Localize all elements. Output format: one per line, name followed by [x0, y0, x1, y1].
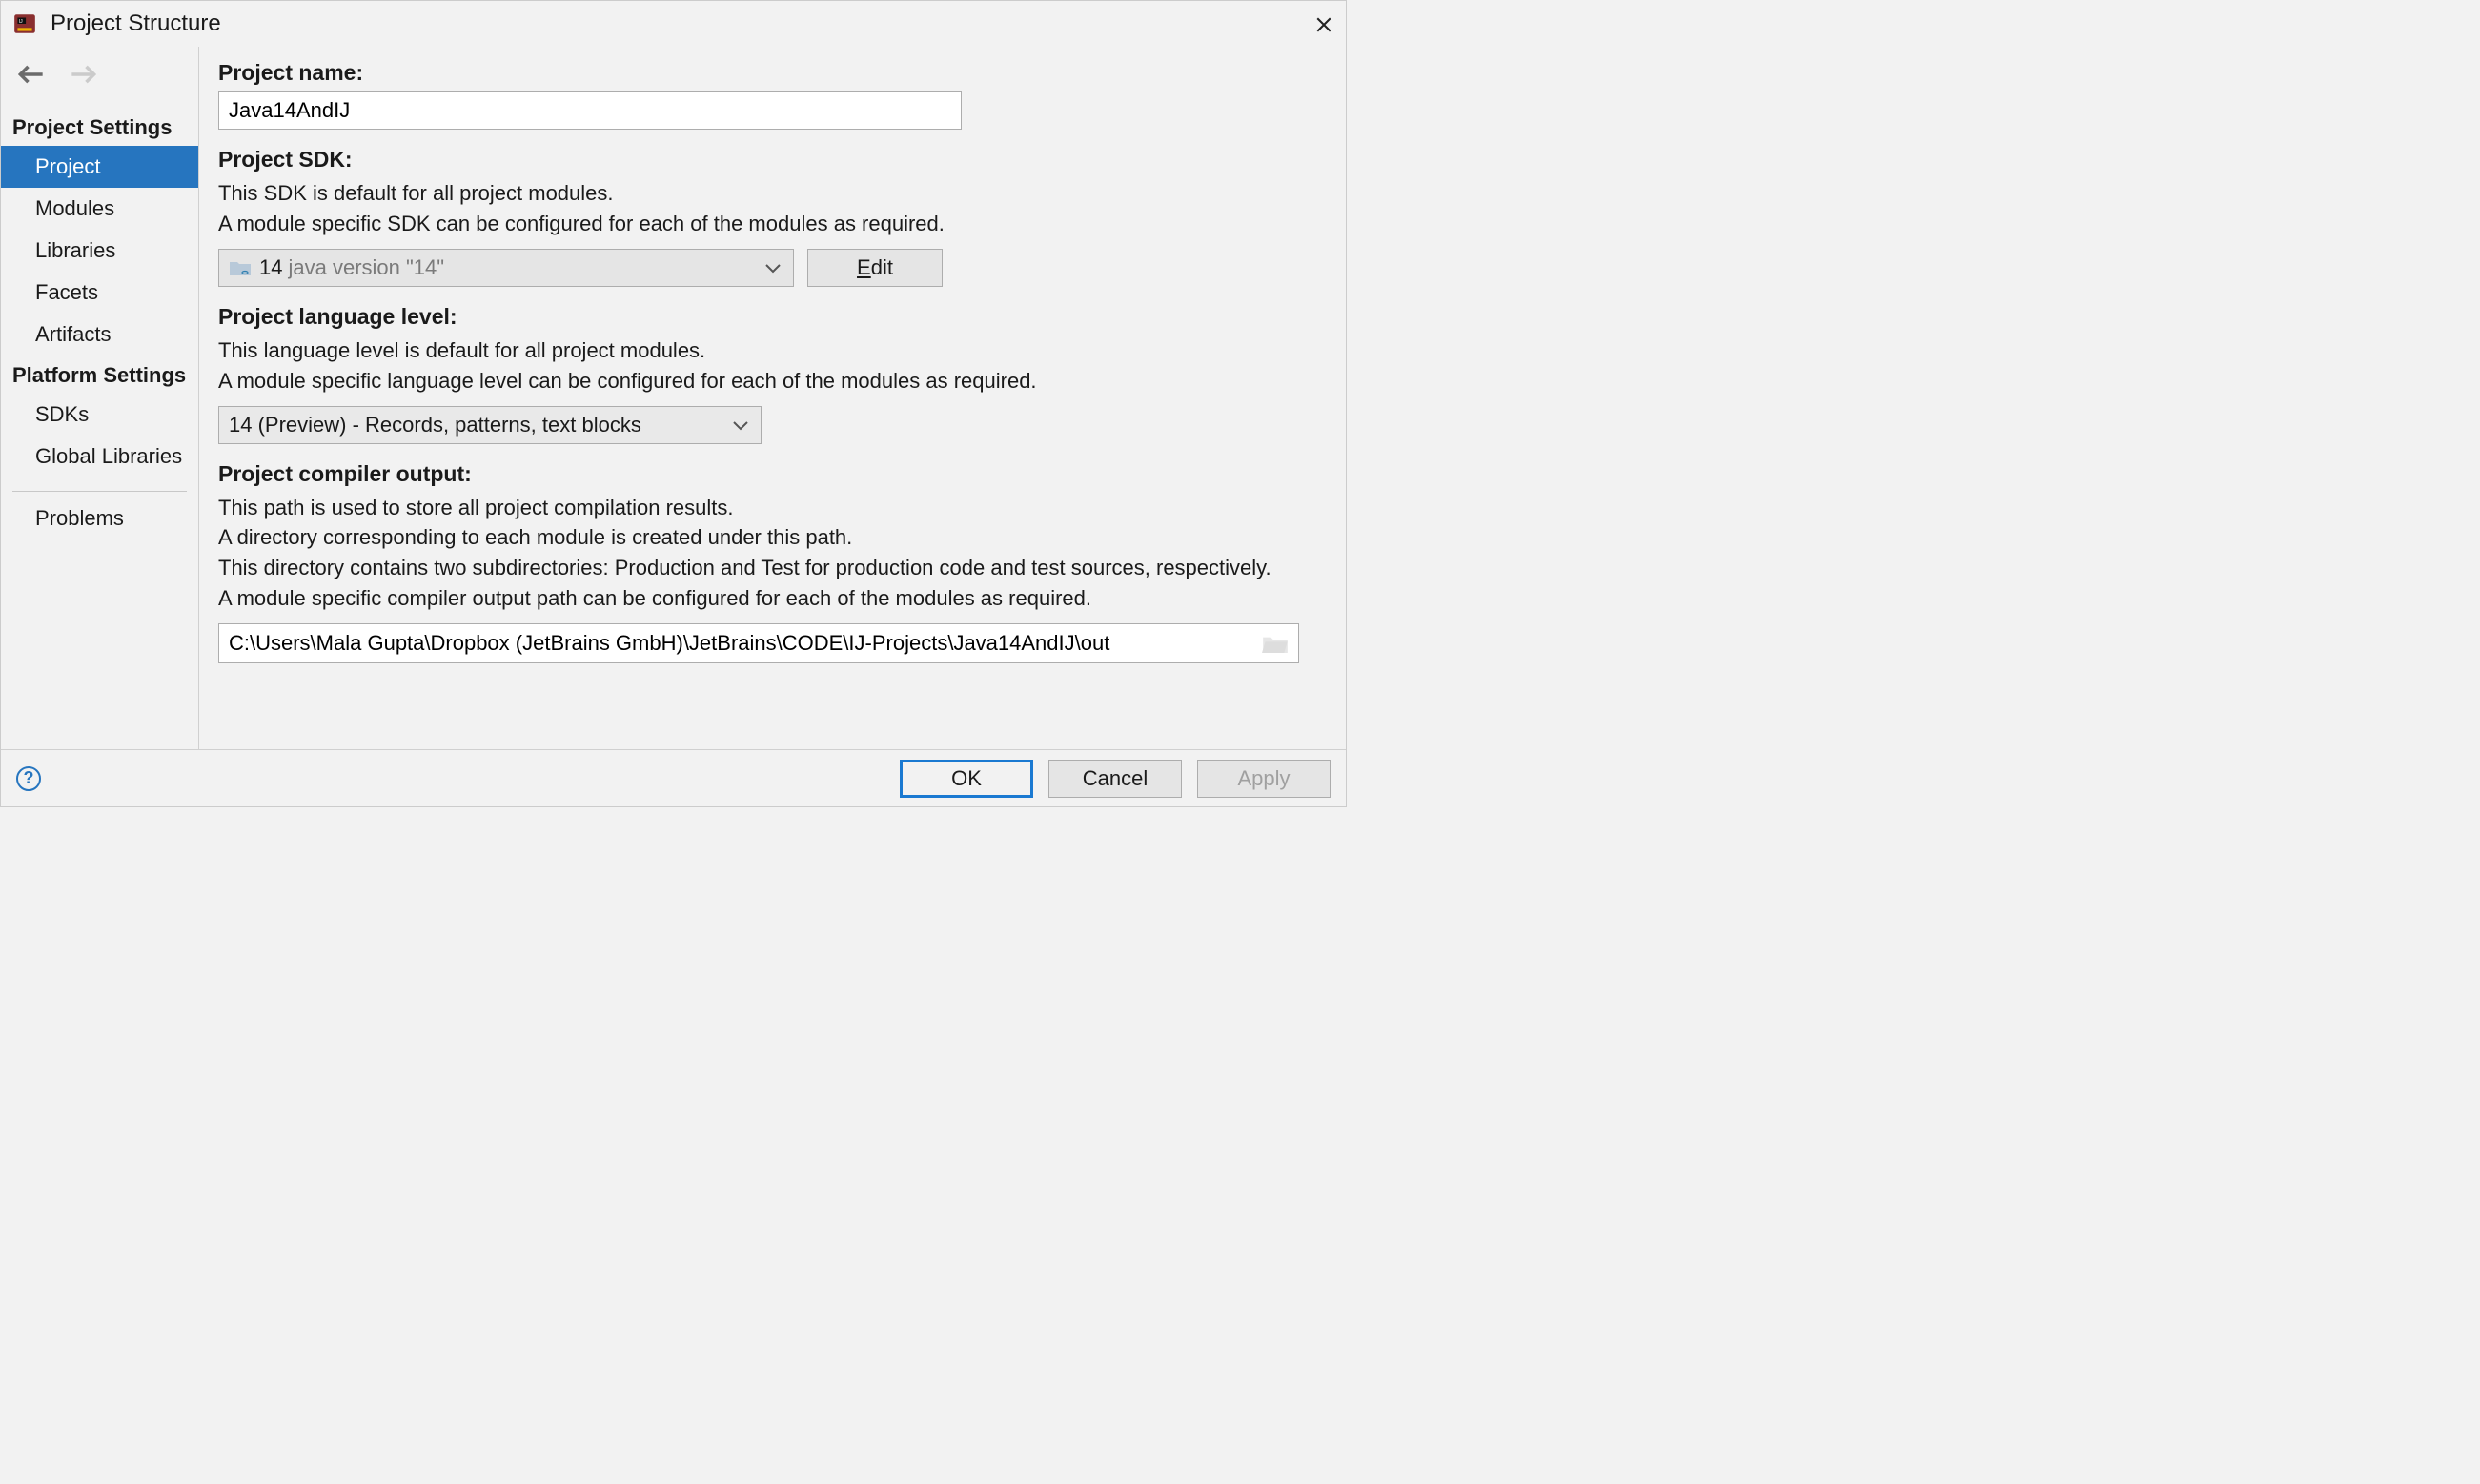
language-level-selected: 14 (Preview) - Records, patterns, text b… — [229, 413, 641, 437]
apply-button: Apply — [1197, 760, 1331, 798]
titlebar: IJ Project Structure — [1, 1, 1346, 47]
compiler-output-desc2: A directory corresponding to each module… — [218, 522, 1327, 553]
sidebar: Project Settings Project Modules Librari… — [1, 47, 199, 749]
compiler-output-desc4: A module specific compiler output path c… — [218, 583, 1327, 614]
sidebar-item-global-libraries[interactable]: Global Libraries — [1, 436, 198, 478]
language-level-label: Project language level: — [218, 304, 1327, 330]
sidebar-item-facets[interactable]: Facets — [1, 272, 198, 314]
project-sdk-combo[interactable]: 14 java version "14" — [218, 249, 794, 287]
sidebar-item-modules[interactable]: Modules — [1, 188, 198, 230]
ok-button[interactable]: OK — [900, 760, 1033, 798]
nav-forward-icon[interactable] — [70, 64, 96, 91]
sidebar-heading-platform-settings: Platform Settings — [1, 356, 198, 394]
chevron-down-icon — [732, 413, 749, 437]
sidebar-item-sdks[interactable]: SDKs — [1, 394, 198, 436]
main-panel: Project name: Project SDK: This SDK is d… — [199, 47, 1346, 749]
cancel-button[interactable]: Cancel — [1048, 760, 1182, 798]
sidebar-divider — [12, 491, 187, 492]
sidebar-item-problems[interactable]: Problems — [1, 498, 198, 539]
project-name-input[interactable] — [218, 91, 962, 130]
compiler-output-label: Project compiler output: — [218, 461, 1327, 487]
nav-back-icon[interactable] — [18, 64, 45, 91]
project-sdk-desc1: This SDK is default for all project modu… — [218, 178, 1327, 209]
sidebar-item-project[interactable]: Project — [1, 146, 198, 188]
window-title: Project Structure — [51, 10, 1315, 37]
language-level-desc2: A module specific language level can be … — [218, 366, 1327, 396]
app-icon: IJ — [12, 11, 37, 36]
sdk-selected-primary: 14 — [259, 255, 282, 280]
svg-text:IJ: IJ — [19, 19, 24, 25]
language-level-desc1: This language level is default for all p… — [218, 335, 1327, 366]
help-icon[interactable]: ? — [16, 766, 41, 791]
project-sdk-desc2: A module specific SDK can be configured … — [218, 209, 1327, 239]
compiler-output-input[interactable] — [219, 624, 1252, 662]
project-sdk-label: Project SDK: — [218, 147, 1327, 173]
sidebar-item-artifacts[interactable]: Artifacts — [1, 314, 198, 356]
compiler-output-desc1: This path is used to store all project c… — [218, 493, 1327, 523]
java-folder-icon — [229, 258, 252, 277]
dialog-footer: ? OK Cancel Apply — [1, 749, 1346, 806]
edit-sdk-button[interactable]: Edit — [807, 249, 943, 287]
browse-folder-icon[interactable] — [1262, 633, 1289, 654]
language-level-combo[interactable]: 14 (Preview) - Records, patterns, text b… — [218, 406, 762, 444]
project-name-label: Project name: — [218, 60, 1327, 86]
close-icon[interactable] — [1315, 14, 1334, 33]
compiler-output-desc3: This directory contains two subdirectori… — [218, 553, 1327, 583]
sidebar-heading-project-settings: Project Settings — [1, 108, 198, 146]
sidebar-item-libraries[interactable]: Libraries — [1, 230, 198, 272]
edit-label-rest: dit — [871, 255, 893, 279]
chevron-down-icon — [764, 255, 782, 280]
sdk-selected-secondary: java version "14" — [288, 255, 444, 280]
